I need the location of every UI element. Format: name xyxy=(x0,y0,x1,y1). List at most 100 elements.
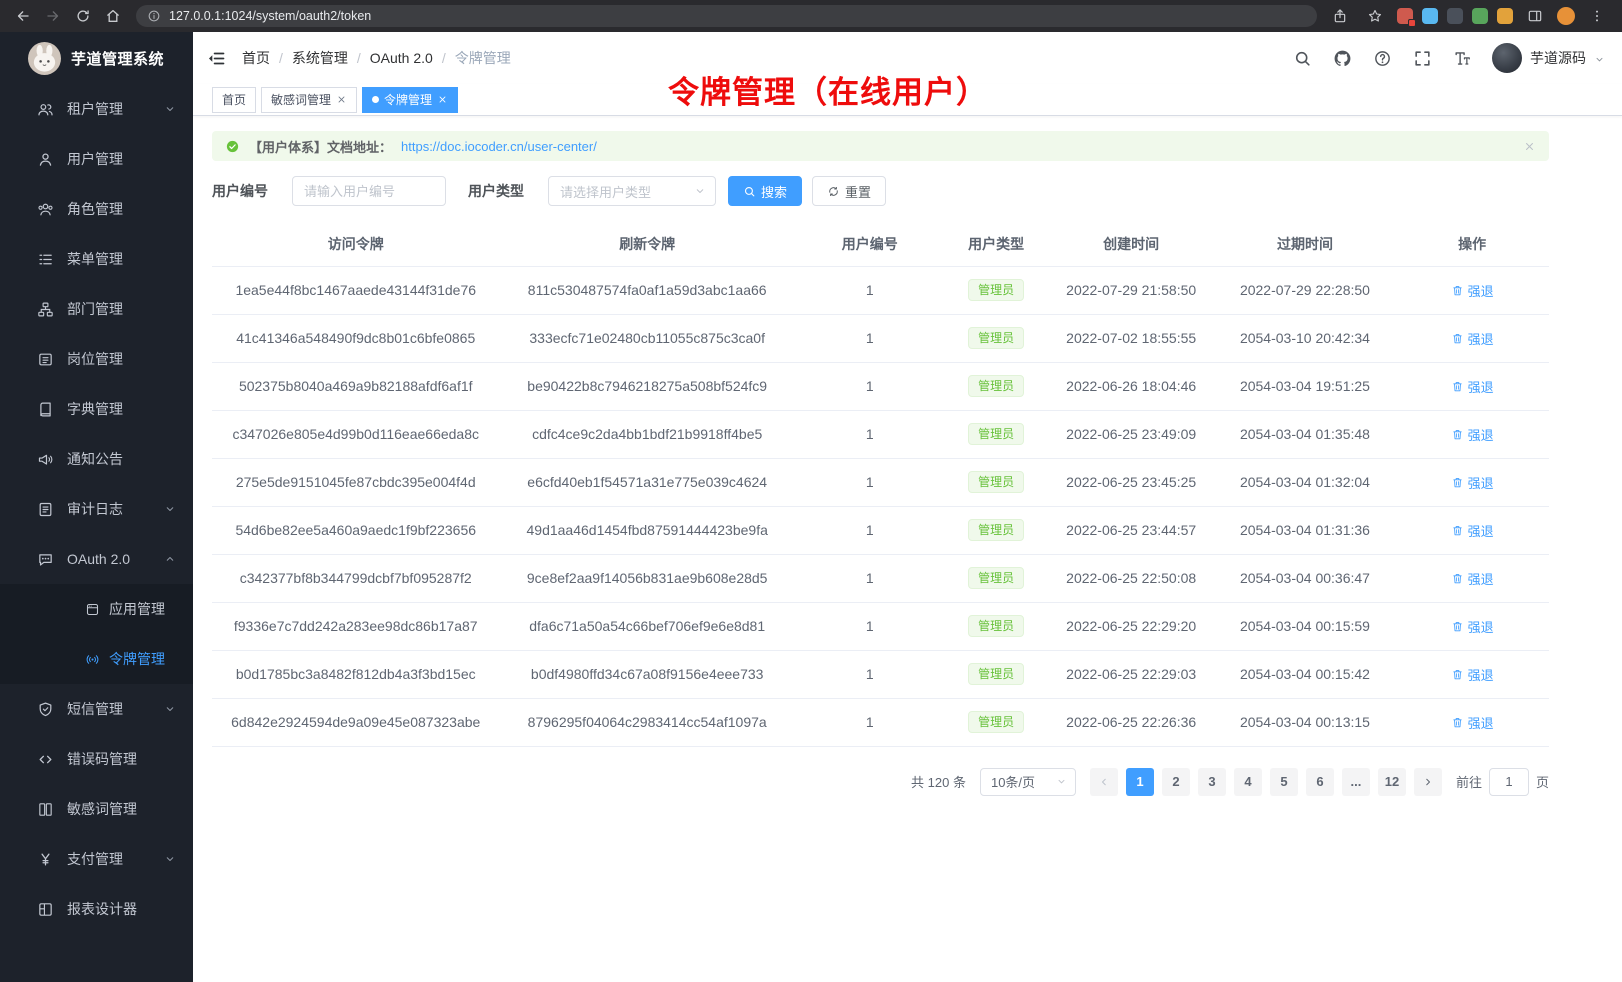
extension-red-icon[interactable] xyxy=(1397,8,1413,24)
sidebar-item[interactable]: 审计日志 xyxy=(0,484,193,534)
sidebar-panel-icon[interactable] xyxy=(1522,3,1548,29)
forward-icon[interactable] xyxy=(40,3,66,29)
page-number-button[interactable]: 1 xyxy=(1126,768,1154,796)
pagination: 共 120 条 10条/页 123456...12 前往 页 xyxy=(212,768,1549,796)
force-logout-link[interactable]: 强退 xyxy=(1451,617,1494,636)
refresh-token-cell: 333ecfc71e02480cb11055c875c3ca0f xyxy=(499,314,794,362)
browser-actions xyxy=(1327,3,1612,29)
docs-help-icon[interactable] xyxy=(1373,49,1392,68)
search-icon[interactable] xyxy=(1293,49,1312,68)
tab-close-icon[interactable] xyxy=(437,94,448,105)
sidebar-item[interactable]: 报表设计器 xyxy=(0,884,193,934)
breadcrumb-item[interactable]: OAuth 2.0 xyxy=(370,50,433,66)
user-menu[interactable]: 芋道源码 xyxy=(1492,43,1605,73)
doc-link[interactable]: https://doc.iocoder.cn/user-center/ xyxy=(401,139,597,154)
site-info-icon[interactable] xyxy=(147,9,161,23)
page-number-button[interactable]: 2 xyxy=(1162,768,1190,796)
user-type-tag: 管理员 xyxy=(968,615,1024,637)
chevron-down-icon xyxy=(1594,54,1605,65)
sidebar-item[interactable]: 敏感词管理 xyxy=(0,784,193,834)
user-type-cell: 管理员 xyxy=(945,362,1048,410)
page-number-button[interactable]: 5 xyxy=(1270,768,1298,796)
delete-icon xyxy=(1451,284,1464,297)
sidebar-item[interactable]: OAuth 2.0 xyxy=(0,534,193,584)
page-number-button[interactable]: 3 xyxy=(1198,768,1226,796)
tab[interactable]: 令牌管理 xyxy=(362,87,458,113)
bookmark-star-icon[interactable] xyxy=(1362,3,1388,29)
tab[interactable]: 敏感词管理 xyxy=(261,87,357,113)
sidebar-item[interactable]: 用户管理 xyxy=(0,134,193,184)
url-bar[interactable]: 127.0.0.1:1024/system/oauth2/token xyxy=(136,5,1317,27)
created-time-cell: 2022-06-25 22:29:03 xyxy=(1048,650,1215,698)
user-id-cell: 1 xyxy=(795,314,945,362)
tab[interactable]: 首页 xyxy=(212,87,256,113)
next-page-button[interactable] xyxy=(1414,768,1442,796)
sidebar-item-label: 支付管理 xyxy=(67,849,123,869)
sidebar-item[interactable]: 部门管理 xyxy=(0,284,193,334)
action-cell: 强退 xyxy=(1395,458,1549,506)
extension-green-icon[interactable] xyxy=(1472,8,1488,24)
user-type-tag: 管理员 xyxy=(968,711,1024,733)
prev-page-button[interactable] xyxy=(1090,768,1118,796)
force-logout-link[interactable]: 强退 xyxy=(1451,569,1494,588)
extension-blue-icon[interactable] xyxy=(1422,8,1438,24)
extension-dark-icon[interactable] xyxy=(1447,8,1463,24)
sidebar-subitem[interactable]: 令牌管理 xyxy=(0,634,193,684)
breadcrumb-item[interactable]: 首页 xyxy=(242,48,270,68)
page-number-button[interactable]: 12 xyxy=(1378,768,1406,796)
force-logout-link[interactable]: 强退 xyxy=(1451,665,1494,684)
column-header: 创建时间 xyxy=(1048,222,1215,266)
force-logout-link[interactable]: 强退 xyxy=(1451,713,1494,732)
action-cell: 强退 xyxy=(1395,266,1549,314)
force-logout-link[interactable]: 强退 xyxy=(1451,473,1494,492)
page-number-button[interactable]: ... xyxy=(1342,768,1370,796)
tab-close-icon[interactable] xyxy=(336,94,347,105)
sidebar-item[interactable]: 通知公告 xyxy=(0,434,193,484)
force-logout-link[interactable]: 强退 xyxy=(1451,377,1494,396)
page-size-select[interactable]: 10条/页 xyxy=(980,768,1076,796)
sidebar-subitem[interactable]: 应用管理 xyxy=(0,584,193,634)
user-type-tag: 管理员 xyxy=(968,519,1024,541)
back-icon[interactable] xyxy=(10,3,36,29)
github-icon[interactable] xyxy=(1333,49,1352,68)
font-size-icon[interactable] xyxy=(1453,49,1472,68)
browser-menu-icon[interactable] xyxy=(1584,3,1610,29)
reset-button[interactable]: 重置 xyxy=(812,176,886,206)
profile-avatar-icon[interactable] xyxy=(1557,7,1575,25)
sidebar-item-label: 报表设计器 xyxy=(67,899,137,919)
search-button[interactable]: 搜索 xyxy=(728,176,802,206)
alert-close-icon[interactable] xyxy=(1523,140,1536,153)
share-icon[interactable] xyxy=(1327,3,1353,29)
sidebar-submenu: 应用管理令牌管理 xyxy=(0,584,193,684)
sidebar-item[interactable]: 租户管理 xyxy=(0,84,193,134)
reset-button-label: 重置 xyxy=(845,182,871,201)
home-icon[interactable] xyxy=(100,3,126,29)
sidebar-toggle-icon[interactable] xyxy=(206,48,227,69)
reload-icon[interactable] xyxy=(70,3,96,29)
sidebar-item[interactable]: 菜单管理 xyxy=(0,234,193,284)
force-logout-link[interactable]: 强退 xyxy=(1451,425,1494,444)
breadcrumb-item[interactable]: 令牌管理 xyxy=(455,48,511,68)
page-number-button[interactable]: 4 xyxy=(1234,768,1262,796)
page-number-button[interactable]: 6 xyxy=(1306,768,1334,796)
goto-page-input[interactable] xyxy=(1489,768,1529,796)
user-id-input[interactable] xyxy=(292,176,446,206)
code-icon xyxy=(37,751,54,768)
sidebar-item[interactable]: 角色管理 xyxy=(0,184,193,234)
sidebar-item[interactable]: 错误码管理 xyxy=(0,734,193,784)
breadcrumb-item[interactable]: 系统管理 xyxy=(292,48,348,68)
extension-orange-icon[interactable] xyxy=(1497,8,1513,24)
force-logout-link[interactable]: 强退 xyxy=(1451,329,1494,348)
app-logo[interactable]: 芋道管理系统 xyxy=(0,32,193,84)
breadcrumb-separator: / xyxy=(279,50,283,66)
sidebar-item[interactable]: 短信管理 xyxy=(0,684,193,734)
sidebar-item[interactable]: 支付管理 xyxy=(0,834,193,884)
force-logout-link[interactable]: 强退 xyxy=(1451,521,1494,540)
sidebar-item[interactable]: 字典管理 xyxy=(0,384,193,434)
fullscreen-icon[interactable] xyxy=(1413,49,1432,68)
force-logout-link[interactable]: 强退 xyxy=(1451,281,1494,300)
sidebar-item[interactable]: 岗位管理 xyxy=(0,334,193,384)
filter-form: 用户编号 用户类型 请选择用户类型 搜索 重置 xyxy=(212,176,1549,206)
user-type-select[interactable]: 请选择用户类型 xyxy=(548,176,716,206)
refresh-token-cell: b0df4980ffd34c67a08f9156e4eee733 xyxy=(499,650,794,698)
